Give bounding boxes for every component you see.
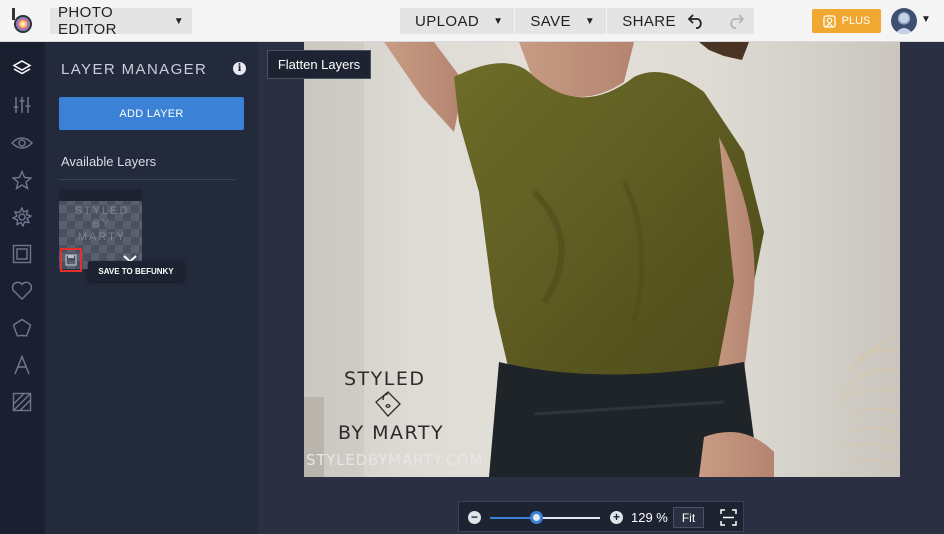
tool-rail <box>0 42 45 534</box>
fullscreen-icon[interactable] <box>720 509 737 526</box>
watermark-line2: BY MARTY <box>338 422 445 444</box>
app-title: PHOTO EDITOR <box>58 4 117 38</box>
canvas-area: STYLED BY MARTY STYLEDBYMARTY.COM Flatte… <box>258 42 944 534</box>
flatten-layers-tooltip: Flatten Layers <box>267 50 371 79</box>
watermark-url: STYLEDBYMARTY.COM <box>306 451 484 469</box>
history-group <box>678 8 754 34</box>
layer-manager-panel: LAYER MANAGER i ADD LAYER Available Laye… <box>45 42 258 534</box>
plus-label: PLUS <box>841 15 871 27</box>
watermark-line1: STYLED <box>344 368 426 390</box>
save-icon <box>65 254 77 266</box>
photo-editor-app: PHOTO EDITOR ▼ UPLOAD ▼ SAVE ▼ SHARE ▼ <box>0 0 944 534</box>
upload-label: UPLOAD <box>415 12 480 30</box>
available-layers-heading: Available Layers <box>61 154 157 169</box>
artsy-icon[interactable] <box>11 206 33 228</box>
plus-badge-icon <box>822 14 836 28</box>
save-tooltip: SAVE TO BEFUNKY <box>88 261 184 281</box>
photo-image <box>304 42 900 477</box>
divider <box>59 179 235 180</box>
account-caret-icon[interactable]: ▼ <box>921 14 931 25</box>
adjustments-icon[interactable] <box>11 94 33 116</box>
zoom-in-button[interactable]: + <box>610 511 623 524</box>
photo-canvas[interactable]: STYLED BY MARTY STYLEDBYMARTY.COM <box>304 42 900 477</box>
redo-button[interactable] <box>716 8 754 34</box>
frame-icon[interactable] <box>11 243 33 265</box>
file-menu-group: UPLOAD ▼ SAVE ▼ SHARE ▼ <box>400 8 712 34</box>
texture-icon[interactable] <box>11 317 33 339</box>
save-menu[interactable]: SAVE ▼ <box>515 8 608 34</box>
zoom-slider-handle[interactable] <box>530 511 544 524</box>
caret-down-icon: ▼ <box>173 15 184 27</box>
caret-down-icon: ▼ <box>493 15 504 27</box>
app-title-dropdown[interactable]: PHOTO EDITOR ▼ <box>50 4 192 38</box>
befunky-logo-icon[interactable] <box>11 8 35 34</box>
graphics-icon[interactable] <box>11 391 33 413</box>
zoom-fit-button[interactable]: Fit <box>673 507 704 528</box>
save-layer-button[interactable] <box>60 248 82 272</box>
upload-menu[interactable]: UPLOAD ▼ <box>400 8 516 34</box>
caret-down-icon: ▼ <box>584 15 596 27</box>
star-icon[interactable] <box>11 169 33 191</box>
undo-icon <box>688 14 702 29</box>
zoom-level: 129 % <box>631 510 668 525</box>
user-avatar[interactable] <box>891 8 917 34</box>
info-icon[interactable]: i <box>233 62 246 75</box>
text-icon[interactable] <box>11 354 33 376</box>
eye-icon[interactable] <box>11 132 33 154</box>
heart-icon[interactable] <box>11 280 33 302</box>
redo-icon <box>730 14 744 29</box>
thumbnail-preview-text: STYLED BY MARTY <box>74 205 130 243</box>
add-layer-button[interactable]: ADD LAYER <box>59 97 244 130</box>
zoom-out-button[interactable]: − <box>468 511 481 524</box>
top-toolbar: PHOTO EDITOR ▼ UPLOAD ▼ SAVE ▼ SHARE ▼ <box>0 0 944 42</box>
layers-icon[interactable] <box>11 58 33 80</box>
panel-title: LAYER MANAGER <box>61 61 208 78</box>
plus-upgrade-button[interactable]: PLUS <box>812 9 881 33</box>
share-label: SHARE <box>622 12 676 30</box>
thumbnail-header <box>59 189 142 201</box>
zoom-slider-track[interactable] <box>490 517 600 519</box>
save-label: SAVE <box>530 12 571 30</box>
undo-button[interactable] <box>678 8 716 34</box>
zoom-controls: − + 129 % Fit <box>458 501 744 532</box>
